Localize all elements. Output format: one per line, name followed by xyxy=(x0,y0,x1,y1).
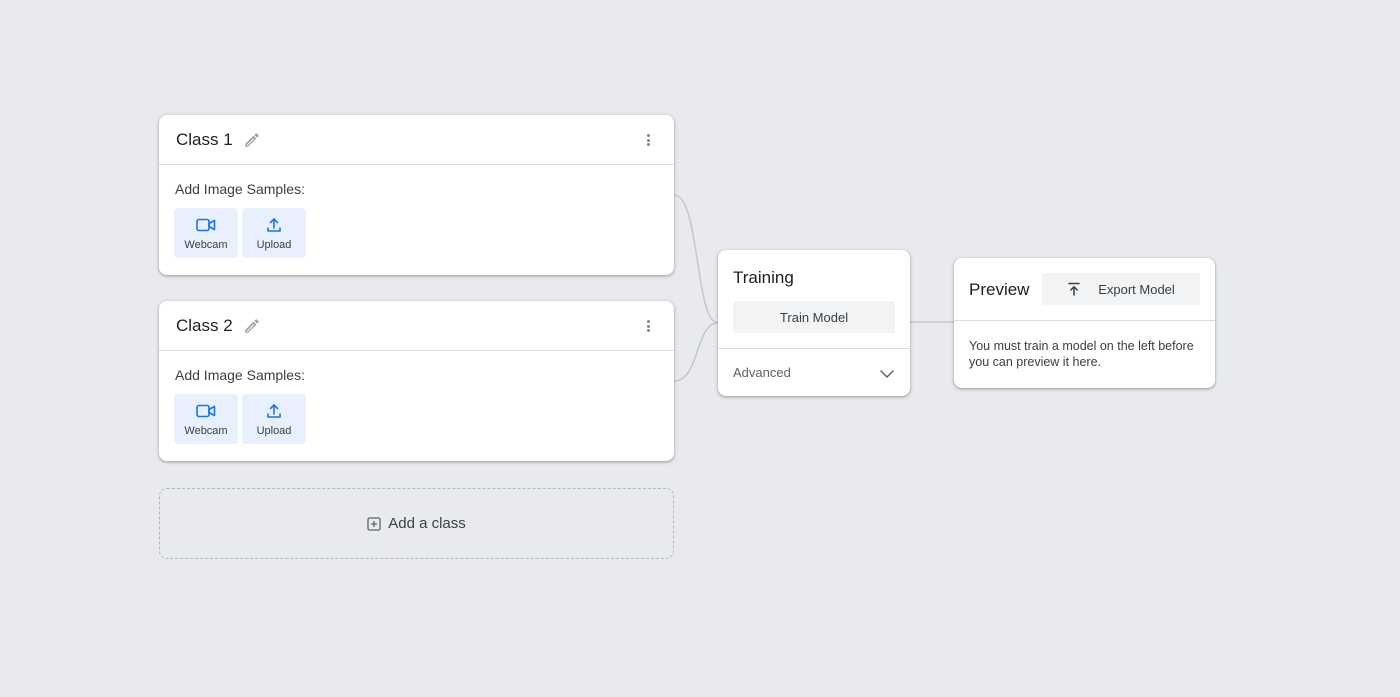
upload-button[interactable]: Upload xyxy=(242,394,306,444)
class-name[interactable]: Class 1 xyxy=(176,130,233,150)
webcam-label: Webcam xyxy=(184,239,228,251)
webcam-icon xyxy=(196,401,216,421)
upload-label: Upload xyxy=(256,239,292,251)
training-title: Training xyxy=(733,268,794,287)
add-class-button[interactable]: Add a class xyxy=(159,488,674,559)
export-model-label: Export Model xyxy=(1098,281,1175,297)
sample-buttons: Webcam Upload xyxy=(174,208,674,258)
preview-message: You must train a model on the left befor… xyxy=(969,339,1194,369)
more-vert-icon[interactable] xyxy=(640,318,656,334)
upload-label: Upload xyxy=(256,425,292,437)
preview-card: Preview Export Model You must train a mo… xyxy=(954,258,1215,388)
edit-pencil-icon[interactable] xyxy=(243,131,261,149)
upload-icon xyxy=(266,215,282,235)
class-card-1: Class 1 Add Image Samples: Webcam Upload xyxy=(159,115,674,275)
chevron-down-icon xyxy=(880,366,894,384)
add-samples-label: Add Image Samples: xyxy=(175,181,305,197)
train-model-button[interactable]: Train Model xyxy=(733,301,895,333)
export-model-button[interactable]: Export Model xyxy=(1042,273,1200,305)
add-class-label: Add a class xyxy=(388,515,466,532)
export-icon xyxy=(1067,282,1081,296)
more-vert-icon[interactable] xyxy=(640,132,656,148)
class-name[interactable]: Class 2 xyxy=(176,316,233,336)
divider xyxy=(954,320,1215,321)
sample-buttons: Webcam Upload xyxy=(174,394,674,444)
training-card: Training Train Model Advanced xyxy=(718,250,910,396)
webcam-button[interactable]: Webcam xyxy=(174,208,238,258)
add-box-icon xyxy=(367,516,381,531)
upload-button[interactable]: Upload xyxy=(242,208,306,258)
edit-pencil-icon[interactable] xyxy=(243,317,261,335)
add-samples-label: Add Image Samples: xyxy=(175,367,305,383)
webcam-icon xyxy=(196,215,216,235)
class-card-2: Class 2 Add Image Samples: Webcam Upload xyxy=(159,301,674,461)
class-card-header: Class 2 xyxy=(159,301,674,351)
webcam-label: Webcam xyxy=(184,425,228,437)
webcam-button[interactable]: Webcam xyxy=(174,394,238,444)
advanced-toggle[interactable]: Advanced xyxy=(718,349,910,396)
upload-icon xyxy=(266,401,282,421)
class-card-header: Class 1 xyxy=(159,115,674,165)
advanced-label: Advanced xyxy=(733,365,791,380)
preview-title: Preview xyxy=(969,280,1030,299)
